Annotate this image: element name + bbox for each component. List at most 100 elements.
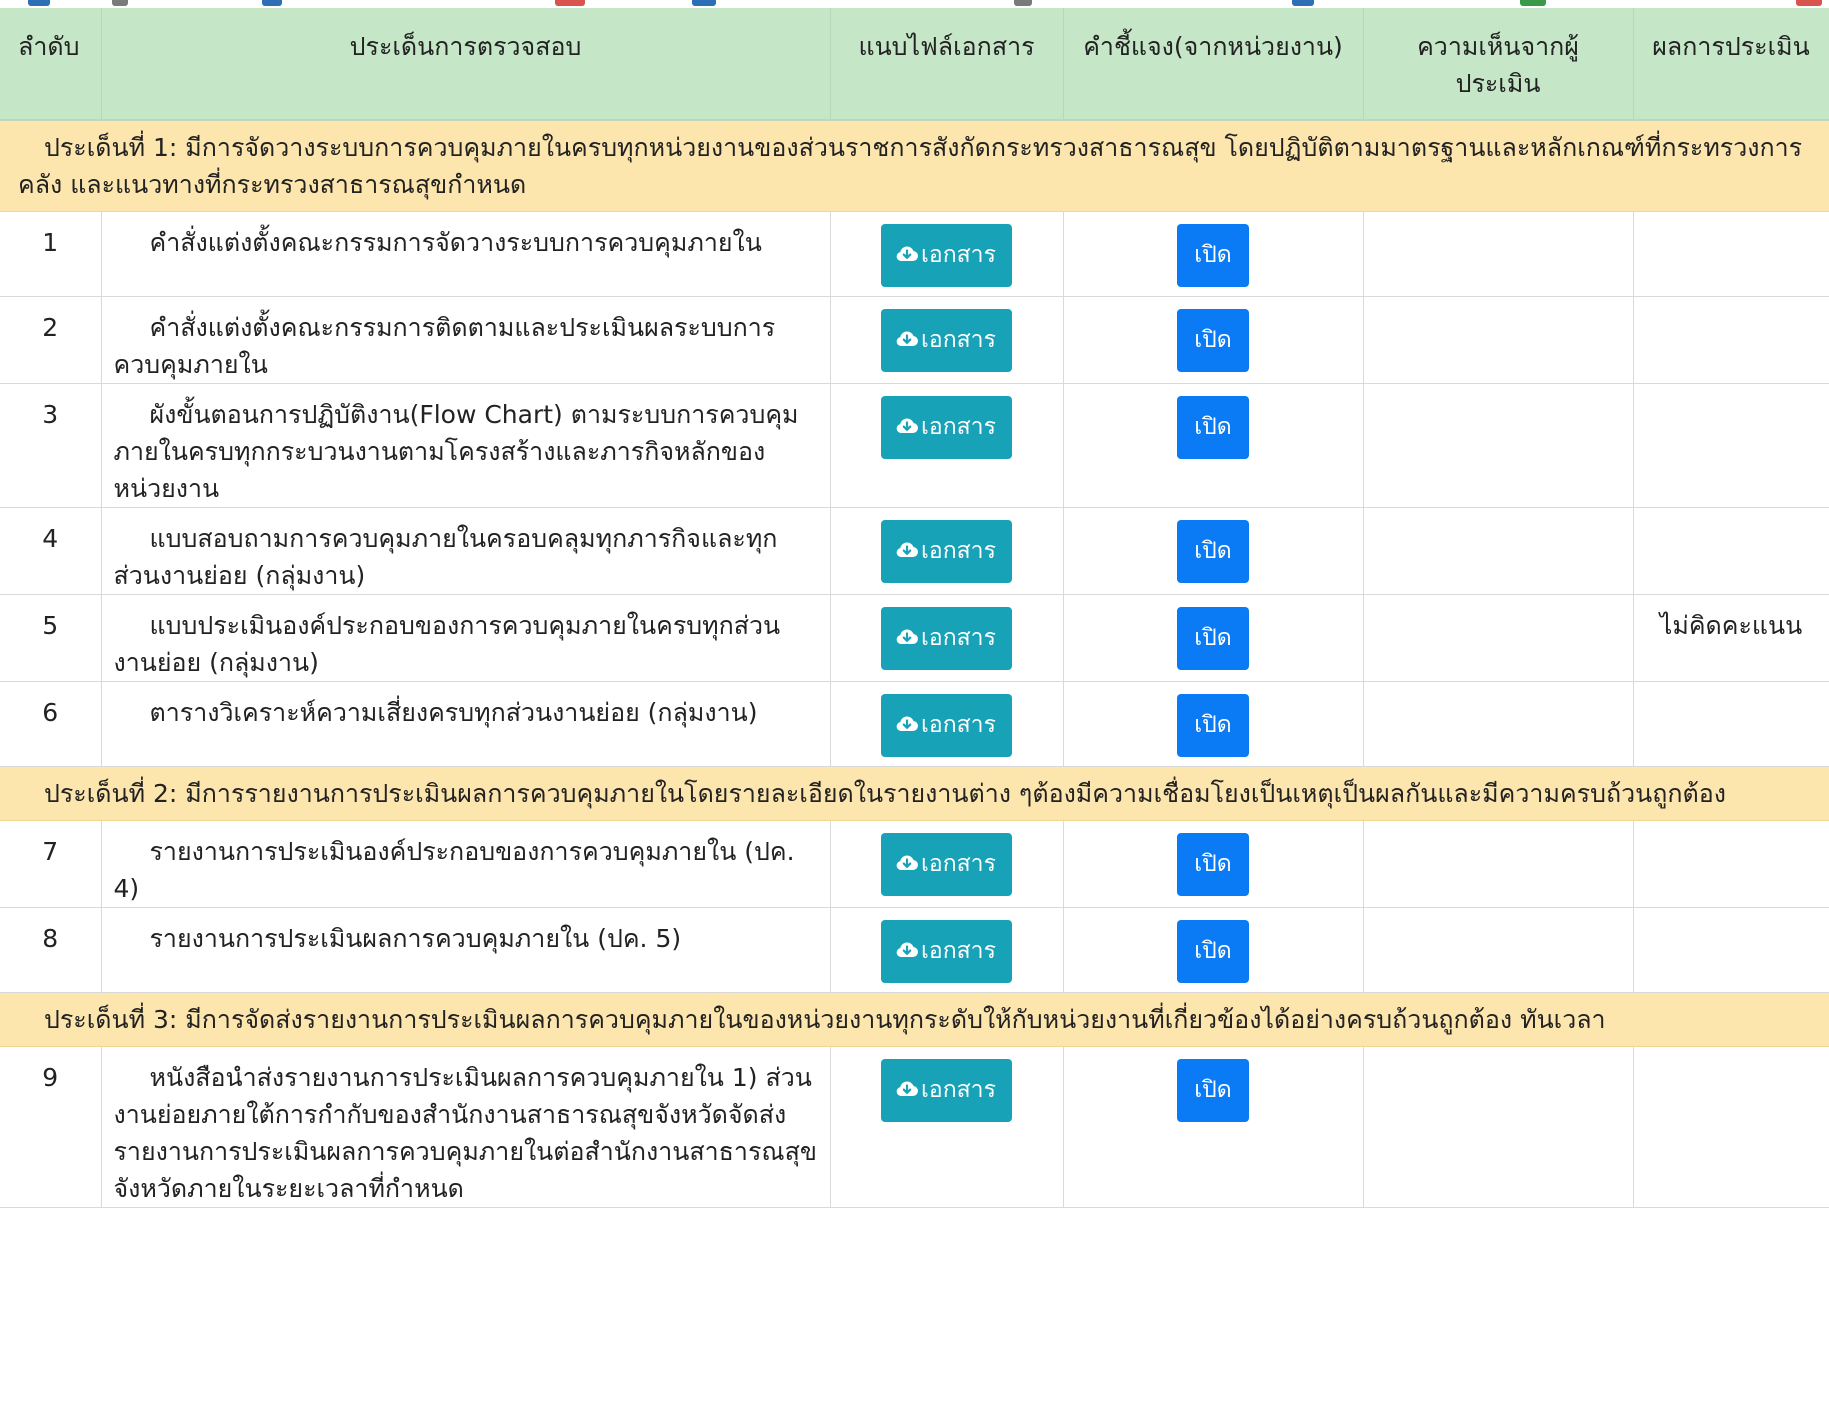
row-topic: คำสั่งแต่งตั้งคณะกรรมการจัดวางระบบการควบ…: [101, 211, 831, 297]
row-topic-text: รายงานการประเมินผลการควบคุมภายใน (ปค. 5): [149, 924, 682, 953]
header-topic: ประเด็นการตรวจสอบ: [101, 8, 831, 121]
result-cell: [1633, 681, 1829, 767]
section-title: ประเด็นที่ 2: มีการรายงานการประเมินผลการ…: [0, 766, 1829, 821]
explain-cell: เปิด: [1063, 296, 1364, 384]
top-toolbar-strip: [0, 0, 1829, 8]
opinion-cell: [1363, 907, 1634, 993]
row-topic: หนังสือนำส่งรายงานการประเมินผลการควบคุมภ…: [101, 1046, 831, 1208]
row-topic: รายงานการประเมินองค์ประกอบของการควบคุมภา…: [101, 820, 831, 908]
row-topic-text: แบบประเมินองค์ประกอบของการควบคุมภายในครบ…: [113, 611, 781, 677]
row-topic: รายงานการประเมินผลการควบคุมภายใน (ปค. 5): [101, 907, 831, 993]
audit-table: ลำดับ ประเด็นการตรวจสอบ แนบไฟล์เอกสาร คำ…: [0, 8, 1829, 1208]
row-topic-text: รายงานการประเมินองค์ประกอบของการควบคุมภา…: [113, 837, 795, 903]
table-row: 5 แบบประเมินองค์ประกอบของการควบคุมภายในคร…: [0, 594, 1829, 682]
table-body: ประเด็นที่ 1: มีการจัดวางระบบการควบคุมภา…: [0, 120, 1829, 1208]
document-button[interactable]: เอกสาร: [881, 224, 1012, 287]
cloud-download-icon: [896, 716, 919, 731]
open-button[interactable]: เปิด: [1177, 833, 1249, 896]
explain-cell: เปิด: [1063, 383, 1364, 508]
attach-cell: เอกสาร: [830, 681, 1064, 767]
document-button-label: เอกสาร: [921, 538, 996, 564]
toolbar-fragment: [28, 0, 50, 6]
document-button[interactable]: เอกสาร: [881, 396, 1012, 459]
section-title: ประเด็นที่ 3: มีการจัดส่งรายงานการประเมิ…: [0, 992, 1829, 1047]
header-explain: คำชี้แจง(จากหน่วยงาน): [1063, 8, 1364, 121]
cloud-download-icon: [896, 542, 919, 557]
explain-cell: เปิด: [1063, 1046, 1364, 1208]
document-button-label: เอกสาร: [921, 851, 996, 877]
table-row: 9 หนังสือนำส่งรายงานการประเมินผลการควบคุม…: [0, 1046, 1829, 1208]
explain-cell: เปิด: [1063, 211, 1364, 297]
document-button[interactable]: เอกสาร: [881, 694, 1012, 757]
attach-cell: เอกสาร: [830, 507, 1064, 595]
result-cell: [1633, 296, 1829, 384]
result-cell: [1633, 211, 1829, 297]
row-topic-text: แบบสอบถามการควบคุมภายในครอบคลุมทุกภารกิจ…: [113, 524, 778, 590]
row-number: 8: [0, 907, 102, 993]
open-button[interactable]: เปิด: [1177, 224, 1249, 287]
open-button[interactable]: เปิด: [1177, 607, 1249, 670]
table-row: 6 ตารางวิเคราะห์ความเสี่ยงครบทุกส่วนงานย่…: [0, 681, 1829, 767]
attach-cell: เอกสาร: [830, 211, 1064, 297]
open-button[interactable]: เปิด: [1177, 309, 1249, 372]
result-cell: [1633, 507, 1829, 595]
document-button[interactable]: เอกสาร: [881, 607, 1012, 670]
row-topic: คำสั่งแต่งตั้งคณะกรรมการติดตามและประเมิน…: [101, 296, 831, 384]
document-button-label: เอกสาร: [921, 1077, 996, 1103]
opinion-cell: [1363, 383, 1634, 508]
cloud-download-icon: [896, 629, 919, 644]
table-header: ลำดับ ประเด็นการตรวจสอบ แนบไฟล์เอกสาร คำ…: [0, 8, 1829, 121]
explain-cell: เปิด: [1063, 820, 1364, 908]
row-number: 4: [0, 507, 102, 595]
opinion-cell: [1363, 507, 1634, 595]
document-button[interactable]: เอกสาร: [881, 833, 1012, 896]
cloud-download-icon: [896, 855, 919, 870]
result-cell: [1633, 1046, 1829, 1208]
attach-cell: เอกสาร: [830, 594, 1064, 682]
row-number: 3: [0, 383, 102, 508]
row-topic: แบบสอบถามการควบคุมภายในครอบคลุมทุกภารกิจ…: [101, 507, 831, 595]
cloud-download-icon: [896, 331, 919, 346]
row-number: 5: [0, 594, 102, 682]
result-cell: ไม่คิดคะแนน: [1633, 594, 1829, 682]
toolbar-fragment: [555, 0, 585, 6]
open-button[interactable]: เปิด: [1177, 1059, 1249, 1122]
attach-cell: เอกสาร: [830, 907, 1064, 993]
attach-cell: เอกสาร: [830, 820, 1064, 908]
document-button[interactable]: เอกสาร: [881, 1059, 1012, 1122]
attach-cell: เอกสาร: [830, 383, 1064, 508]
cloud-download-icon: [896, 1081, 919, 1096]
opinion-cell: [1363, 211, 1634, 297]
toolbar-fragment: [692, 0, 716, 6]
table-row: 4 แบบสอบถามการควบคุมภายในครอบคลุมทุกภารกิ…: [0, 507, 1829, 595]
opinion-cell: [1363, 594, 1634, 682]
open-button[interactable]: เปิด: [1177, 920, 1249, 983]
section-row: ประเด็นที่ 2: มีการรายงานการประเมินผลการ…: [0, 766, 1829, 821]
row-number: 6: [0, 681, 102, 767]
table-row: 7 รายงานการประเมินองค์ประกอบของการควบคุมภ…: [0, 820, 1829, 908]
row-topic-text: หนังสือนำส่งรายงานการประเมินผลการควบคุมภ…: [113, 1063, 817, 1203]
open-button[interactable]: เปิด: [1177, 520, 1249, 583]
explain-cell: เปิด: [1063, 907, 1364, 993]
table-row: 3 ผังขั้นตอนการปฏิบัติงาน(Flow Chart) ตาม…: [0, 383, 1829, 508]
explain-cell: เปิด: [1063, 507, 1364, 595]
document-button-label: เอกสาร: [921, 625, 996, 651]
row-topic-text: ตารางวิเคราะห์ความเสี่ยงครบทุกส่วนงานย่อ…: [149, 698, 758, 727]
section-row: ประเด็นที่ 1: มีการจัดวางระบบการควบคุมภา…: [0, 120, 1829, 212]
result-cell: [1633, 820, 1829, 908]
open-button[interactable]: เปิด: [1177, 694, 1249, 757]
table-row: 1 คำสั่งแต่งตั้งคณะกรรมการจัดวางระบบการคว…: [0, 211, 1829, 297]
header-result: ผลการประเมิน: [1633, 8, 1829, 121]
cloud-download-icon: [896, 418, 919, 433]
opinion-cell: [1363, 296, 1634, 384]
document-button[interactable]: เอกสาร: [881, 309, 1012, 372]
toolbar-fragment: [1796, 0, 1822, 6]
document-button[interactable]: เอกสาร: [881, 520, 1012, 583]
document-button[interactable]: เอกสาร: [881, 920, 1012, 983]
toolbar-fragment: [262, 0, 282, 6]
document-button-label: เอกสาร: [921, 712, 996, 738]
row-topic-text: คำสั่งแต่งตั้งคณะกรรมการติดตามและประเมิน…: [113, 313, 776, 379]
open-button[interactable]: เปิด: [1177, 396, 1249, 459]
attach-cell: เอกสาร: [830, 1046, 1064, 1208]
row-number: 7: [0, 820, 102, 908]
